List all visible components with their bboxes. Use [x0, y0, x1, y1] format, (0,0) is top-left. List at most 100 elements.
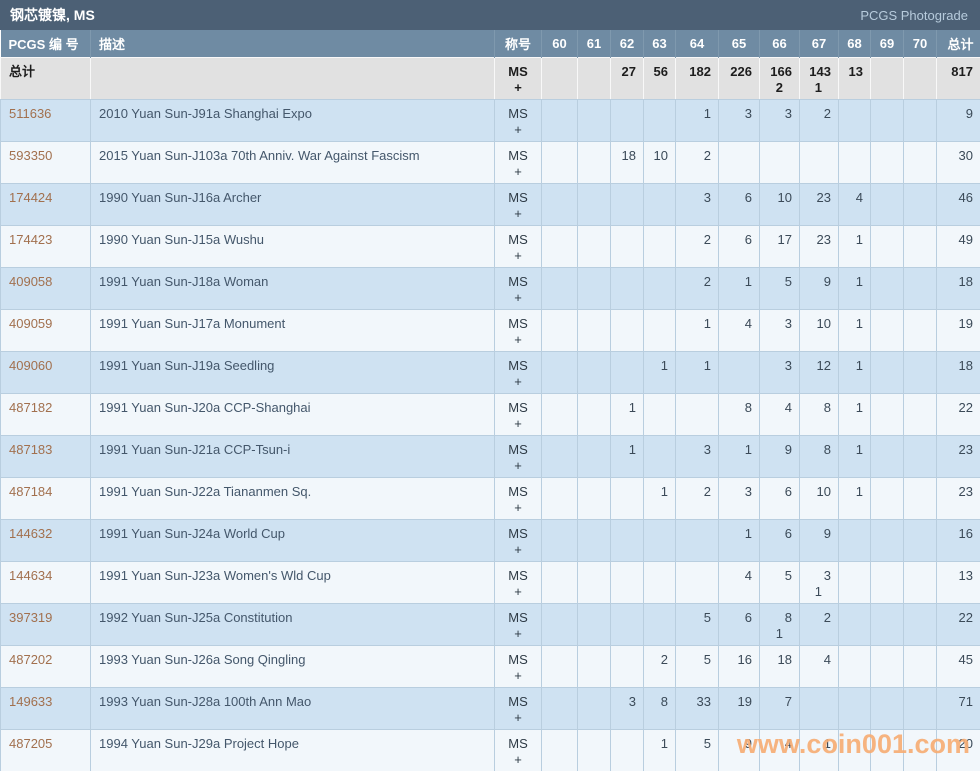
total-cell: 30 [937, 141, 980, 183]
grade-66-cell: 4 [760, 729, 800, 771]
coin-description: 1991 Yuan Sun-J17a Monument [91, 309, 495, 351]
designation-cell: MS+ [495, 393, 542, 435]
grade-63-cell [644, 267, 676, 309]
grade-63-cell [644, 561, 676, 603]
grade-69-cell [871, 393, 904, 435]
pcgs-number-link[interactable]: 487202 [1, 645, 91, 687]
grade-67-cell: 8 [800, 393, 839, 435]
pcgs-number-link[interactable]: 144634 [1, 561, 91, 603]
grade-64-cell: 3 [676, 435, 719, 477]
pcgs-number-link[interactable]: 397319 [1, 603, 91, 645]
coin-description: 1990 Yuan Sun-J16a Archer [91, 183, 495, 225]
total-cell: 23 [937, 435, 980, 477]
grade-62-cell: 18 [611, 141, 644, 183]
pcgs-number-link[interactable]: 144632 [1, 519, 91, 561]
pcgs-photograde-link[interactable]: PCGS Photograde [860, 8, 968, 23]
coin-description: 2010 Yuan Sun-J91a Shanghai Expo [91, 99, 495, 141]
grade-68-cell: 1 [839, 393, 871, 435]
grade-69-cell [871, 183, 904, 225]
grade-67-cell: 2 [800, 99, 839, 141]
coin-description: 1993 Yuan Sun-J28a 100th Ann Mao [91, 687, 495, 729]
column-header-grade-70: 70 [904, 30, 937, 57]
grade-66-cell: 9 [760, 435, 800, 477]
grade-70-cell [904, 393, 937, 435]
grade-61-cell [578, 225, 611, 267]
grade-60-cell [542, 183, 578, 225]
pcgs-number-link[interactable]: 174424 [1, 183, 91, 225]
grade-64-cell [676, 519, 719, 561]
grade-62-cell [611, 267, 644, 309]
designation-cell: MS+ [495, 477, 542, 519]
designation-cell: MS+ [495, 561, 542, 603]
pcgs-number-link[interactable]: 511636 [1, 99, 91, 141]
grade-67-cell: 8 [800, 435, 839, 477]
grade-65-cell: 6 [719, 225, 760, 267]
grade-70-cell [904, 267, 937, 309]
grade-66-cell: 3 [760, 99, 800, 141]
pcgs-number-link[interactable]: 409059 [1, 309, 91, 351]
grade-66-cell: 1662 [760, 57, 800, 99]
grade-68-cell [839, 561, 871, 603]
total-cell: 19 [937, 309, 980, 351]
grade-70-cell [904, 687, 937, 729]
grade-69-cell [871, 309, 904, 351]
grade-67-cell: 31 [800, 561, 839, 603]
pcgs-number-link[interactable]: 409060 [1, 351, 91, 393]
grade-70-cell [904, 309, 937, 351]
grade-70-cell [904, 57, 937, 99]
column-header-grade-64: 64 [676, 30, 719, 57]
grade-66-cell: 81 [760, 603, 800, 645]
grade-66-cell: 17 [760, 225, 800, 267]
column-header-grade-65: 65 [719, 30, 760, 57]
pcgs-number-link[interactable]: 409058 [1, 267, 91, 309]
grade-63-cell: 56 [644, 57, 676, 99]
grade-69-cell [871, 477, 904, 519]
grade-68-cell [839, 519, 871, 561]
pcgs-number-link[interactable]: 174423 [1, 225, 91, 267]
column-header-pcgs-number: PCGS 编 号 [1, 30, 91, 57]
grade-60-cell [542, 141, 578, 183]
grade-62-cell [611, 351, 644, 393]
total-cell: 22 [937, 393, 980, 435]
grade-65-cell: 16 [719, 645, 760, 687]
total-cell: 49 [937, 225, 980, 267]
grade-62-cell [611, 729, 644, 771]
grade-62-cell [611, 603, 644, 645]
designation-cell: MS+ [495, 351, 542, 393]
grade-65-cell: 1 [719, 519, 760, 561]
grade-62-cell [611, 99, 644, 141]
pcgs-number-link[interactable]: 487182 [1, 393, 91, 435]
grade-63-cell: 10 [644, 141, 676, 183]
grade-65-cell: 1 [719, 267, 760, 309]
grade-62-cell [611, 519, 644, 561]
pcgs-number-link[interactable]: 149633 [1, 687, 91, 729]
grade-61-cell [578, 309, 611, 351]
table-row: 4871841991 Yuan Sun-J22a Tiananmen Sq.MS… [1, 477, 980, 519]
grade-62-cell [611, 183, 644, 225]
grade-61-cell [578, 141, 611, 183]
grade-63-cell: 2 [644, 645, 676, 687]
designation-cell: MS+ [495, 57, 542, 99]
designation-cell: MS+ [495, 309, 542, 351]
grade-70-cell [904, 183, 937, 225]
grade-67-cell: 1431 [800, 57, 839, 99]
grade-64-cell: 182 [676, 57, 719, 99]
designation-cell: MS+ [495, 99, 542, 141]
grade-69-cell [871, 57, 904, 99]
grade-68-cell [839, 141, 871, 183]
grade-61-cell [578, 645, 611, 687]
grade-63-cell: 1 [644, 351, 676, 393]
designation-cell: MS+ [495, 687, 542, 729]
pcgs-number-link[interactable]: 487205 [1, 729, 91, 771]
grade-68-cell: 1 [839, 351, 871, 393]
grade-64-cell: 2 [676, 477, 719, 519]
designation-cell: MS+ [495, 645, 542, 687]
grade-64-cell: 2 [676, 267, 719, 309]
grade-67-cell: 10 [800, 477, 839, 519]
grade-64-cell: 2 [676, 141, 719, 183]
pcgs-number-link[interactable]: 487184 [1, 477, 91, 519]
pcgs-number-link[interactable]: 487183 [1, 435, 91, 477]
pcgs-number-link[interactable]: 593350 [1, 141, 91, 183]
grade-64-cell [676, 393, 719, 435]
grade-69-cell [871, 603, 904, 645]
